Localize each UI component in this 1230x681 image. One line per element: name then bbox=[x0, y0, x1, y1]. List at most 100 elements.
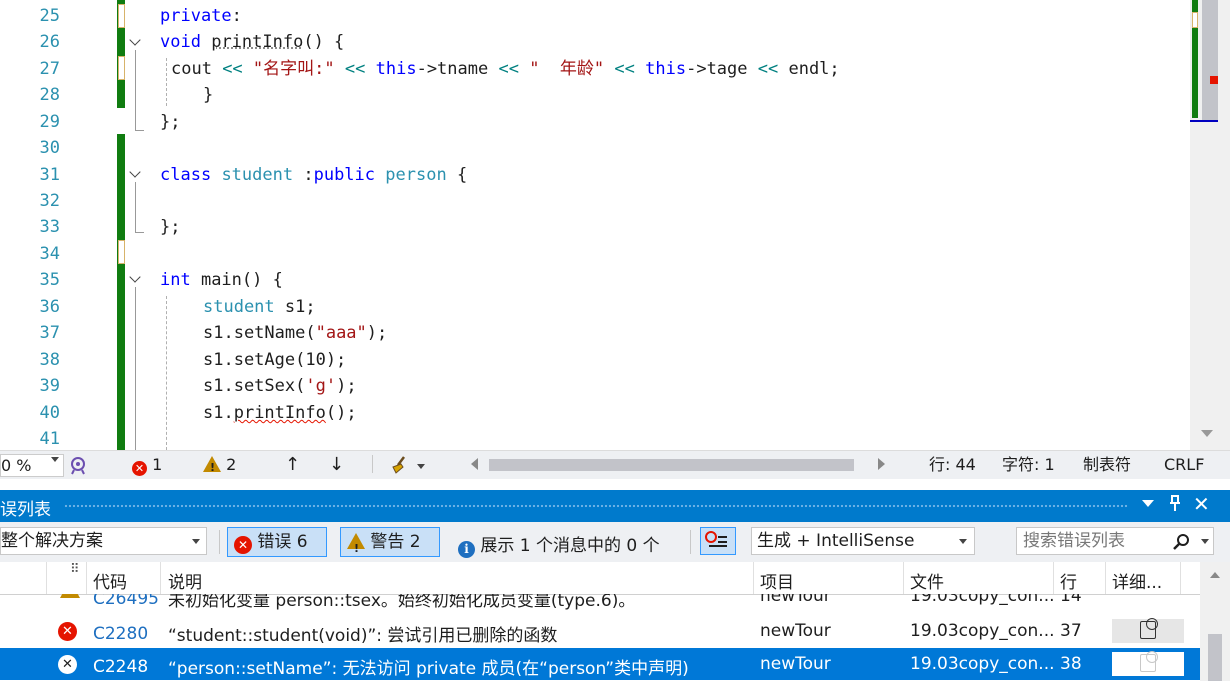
scroll-thumb[interactable] bbox=[1208, 634, 1222, 681]
arrow-down-icon[interactable]: ↓ bbox=[329, 455, 344, 475]
column-header-details[interactable]: 详细... bbox=[1112, 568, 1162, 593]
search-errors-input[interactable]: 搜索错误列表 bbox=[1016, 527, 1214, 555]
editor-status-bar: 0 % ✕ 1 2 ↑ ↓ 行: 44 字符: 1 制表符 CRLF bbox=[0, 450, 1230, 479]
error-count-value: 1 bbox=[152, 455, 163, 474]
collapse-icon[interactable] bbox=[129, 273, 143, 287]
error-project: newTour bbox=[760, 594, 831, 606]
zoom-value: 0 % bbox=[1, 456, 32, 475]
error-count[interactable]: ✕ 1 bbox=[132, 455, 162, 476]
error-file: 19.03copy_con... bbox=[910, 621, 1055, 641]
build-filter-dropdown[interactable]: 生成 + IntelliSense bbox=[751, 527, 975, 555]
line-number: 30 bbox=[39, 138, 60, 158]
column-divider bbox=[903, 562, 904, 594]
line-number: 28 bbox=[39, 85, 60, 105]
caret-char[interactable]: 字符: 1 bbox=[1002, 455, 1055, 475]
fold-guide bbox=[135, 182, 144, 233]
chevron-down-icon bbox=[1201, 539, 1209, 544]
scope-dropdown[interactable]: 整个解决方案 bbox=[0, 527, 207, 555]
error-icon: ✕ bbox=[234, 536, 252, 554]
warning-icon bbox=[60, 594, 80, 598]
column-header-file[interactable]: 文件 bbox=[910, 568, 944, 593]
column-header-description[interactable]: 说明 bbox=[168, 568, 202, 593]
errors-filter-button[interactable]: ✕ 错误 6 bbox=[227, 527, 327, 557]
code-line-36: student s1; bbox=[203, 297, 316, 317]
error-list-scrollbar[interactable] bbox=[1200, 562, 1230, 681]
info-icon: i bbox=[458, 541, 475, 558]
column-header-code[interactable]: 代码 bbox=[93, 568, 127, 593]
scroll-up-icon[interactable] bbox=[1210, 572, 1220, 578]
scope-value: 整个解决方案 bbox=[1, 531, 103, 551]
details-button[interactable] bbox=[1112, 618, 1184, 643]
intellicode-icon[interactable] bbox=[68, 455, 88, 480]
error-list-titlebar: 误列表 ✕ bbox=[0, 490, 1230, 522]
line-number: 40 bbox=[39, 403, 60, 423]
code-line-38: s1.setAge(10); bbox=[203, 350, 347, 370]
messages-filter-button[interactable]: i 展示 1 个消息中的 0 个 bbox=[458, 531, 660, 558]
code-editor[interactable]: 25 26 27 28 29 30 31 32 33 34 35 36 37 3… bbox=[0, 0, 1230, 450]
scroll-left-icon[interactable] bbox=[471, 458, 478, 470]
error-icon: ✕ bbox=[58, 622, 77, 641]
code-line-40: s1.printInfo(); bbox=[203, 403, 357, 423]
error-list-clip: C26495 未初始化变量 person::tsex。始终初始化成员变量(typ… bbox=[0, 594, 1200, 612]
horizontal-scroll-thumb[interactable] bbox=[489, 459, 854, 471]
copy-icon bbox=[1140, 651, 1158, 672]
error-code[interactable]: C26495 bbox=[93, 594, 159, 612]
details-button[interactable] bbox=[1112, 651, 1184, 676]
error-file: 19.03copy_con... bbox=[910, 594, 1055, 606]
code-line-37: s1.setName("aaa"); bbox=[203, 323, 388, 343]
line-number: 32 bbox=[39, 191, 60, 211]
caret-line[interactable]: 行: 44 bbox=[929, 455, 976, 475]
arrow-up-icon[interactable]: ↑ bbox=[285, 455, 300, 475]
messages-filter-label: 展示 1 个消息中的 0 个 bbox=[480, 536, 660, 556]
scroll-right-icon[interactable] bbox=[878, 458, 885, 470]
dropdown-icon[interactable] bbox=[1142, 500, 1154, 507]
column-divider bbox=[753, 562, 754, 594]
tab-mode[interactable]: 制表符 bbox=[1083, 455, 1131, 475]
editor-vertical-scrollbar[interactable] bbox=[1190, 0, 1230, 450]
broom-icon bbox=[392, 456, 405, 474]
indent-guide bbox=[166, 58, 167, 106]
line-number: 25 bbox=[39, 6, 60, 26]
close-icon[interactable]: ✕ bbox=[1193, 492, 1210, 516]
collapse-icon[interactable] bbox=[129, 36, 143, 50]
error-code[interactable]: C2280 bbox=[93, 621, 148, 647]
error-code[interactable]: C2248 bbox=[93, 654, 148, 680]
indent-guide bbox=[166, 296, 167, 450]
column-divider bbox=[1053, 562, 1054, 594]
column-header-project[interactable]: 项目 bbox=[760, 568, 794, 593]
scroll-down-icon[interactable] bbox=[1201, 430, 1213, 437]
error-line: 38 bbox=[1060, 654, 1082, 674]
error-list-toolbar: 整个解决方案 ✕ 错误 6 警告 2 i 展示 1 个消息中的 0 个 生成 +… bbox=[0, 522, 1230, 563]
line-ending[interactable]: CRLF bbox=[1164, 455, 1204, 475]
collapse-icon[interactable] bbox=[129, 168, 143, 182]
error-description: 未初始化变量 person::tsex。始终初始化成员变量(type.6)。 bbox=[168, 594, 636, 611]
pin-icon[interactable] bbox=[1168, 494, 1182, 517]
warning-icon bbox=[347, 533, 365, 563]
code-cleanup-button[interactable] bbox=[390, 455, 426, 480]
table-row[interactable]: ✕ C2280 “student::student(void)”: 尝试引用已删… bbox=[0, 615, 1200, 647]
table-row-selected[interactable]: ✕ C2248 “person::setName”: 无法访问 private … bbox=[0, 648, 1200, 680]
chevron-down-icon bbox=[959, 539, 967, 544]
table-row[interactable]: C26495 未初始化变量 person::tsex。始终初始化成员变量(typ… bbox=[0, 594, 1200, 612]
line-number: 38 bbox=[39, 350, 60, 370]
line-number: 33 bbox=[39, 217, 60, 237]
column-sort-icon[interactable]: ⠿ bbox=[70, 562, 80, 577]
scroll-thumb[interactable] bbox=[1202, 0, 1218, 122]
code-line-27: cout << "名字叫:" << this->tname << " 年龄" <… bbox=[171, 59, 840, 79]
filter-toggle-button[interactable] bbox=[700, 527, 736, 555]
line-number: 34 bbox=[39, 244, 60, 264]
column-divider bbox=[86, 562, 87, 594]
zoom-dropdown[interactable]: 0 % bbox=[0, 454, 64, 477]
code-line-31: class student :public person { bbox=[160, 165, 468, 185]
code-line-29: }; bbox=[160, 112, 181, 132]
copy-icon bbox=[1140, 618, 1158, 639]
column-header-line[interactable]: 行 bbox=[1060, 568, 1077, 593]
column-divider bbox=[1105, 562, 1106, 594]
warnings-filter-button[interactable]: 警告 2 bbox=[340, 527, 440, 563]
code-line-28: } bbox=[203, 85, 214, 105]
scroll-unsaved-marker bbox=[1192, 12, 1198, 28]
divider bbox=[690, 530, 691, 554]
line-number: 36 bbox=[39, 297, 60, 317]
warning-count[interactable]: 2 bbox=[203, 455, 236, 478]
line-number: 39 bbox=[39, 376, 60, 396]
